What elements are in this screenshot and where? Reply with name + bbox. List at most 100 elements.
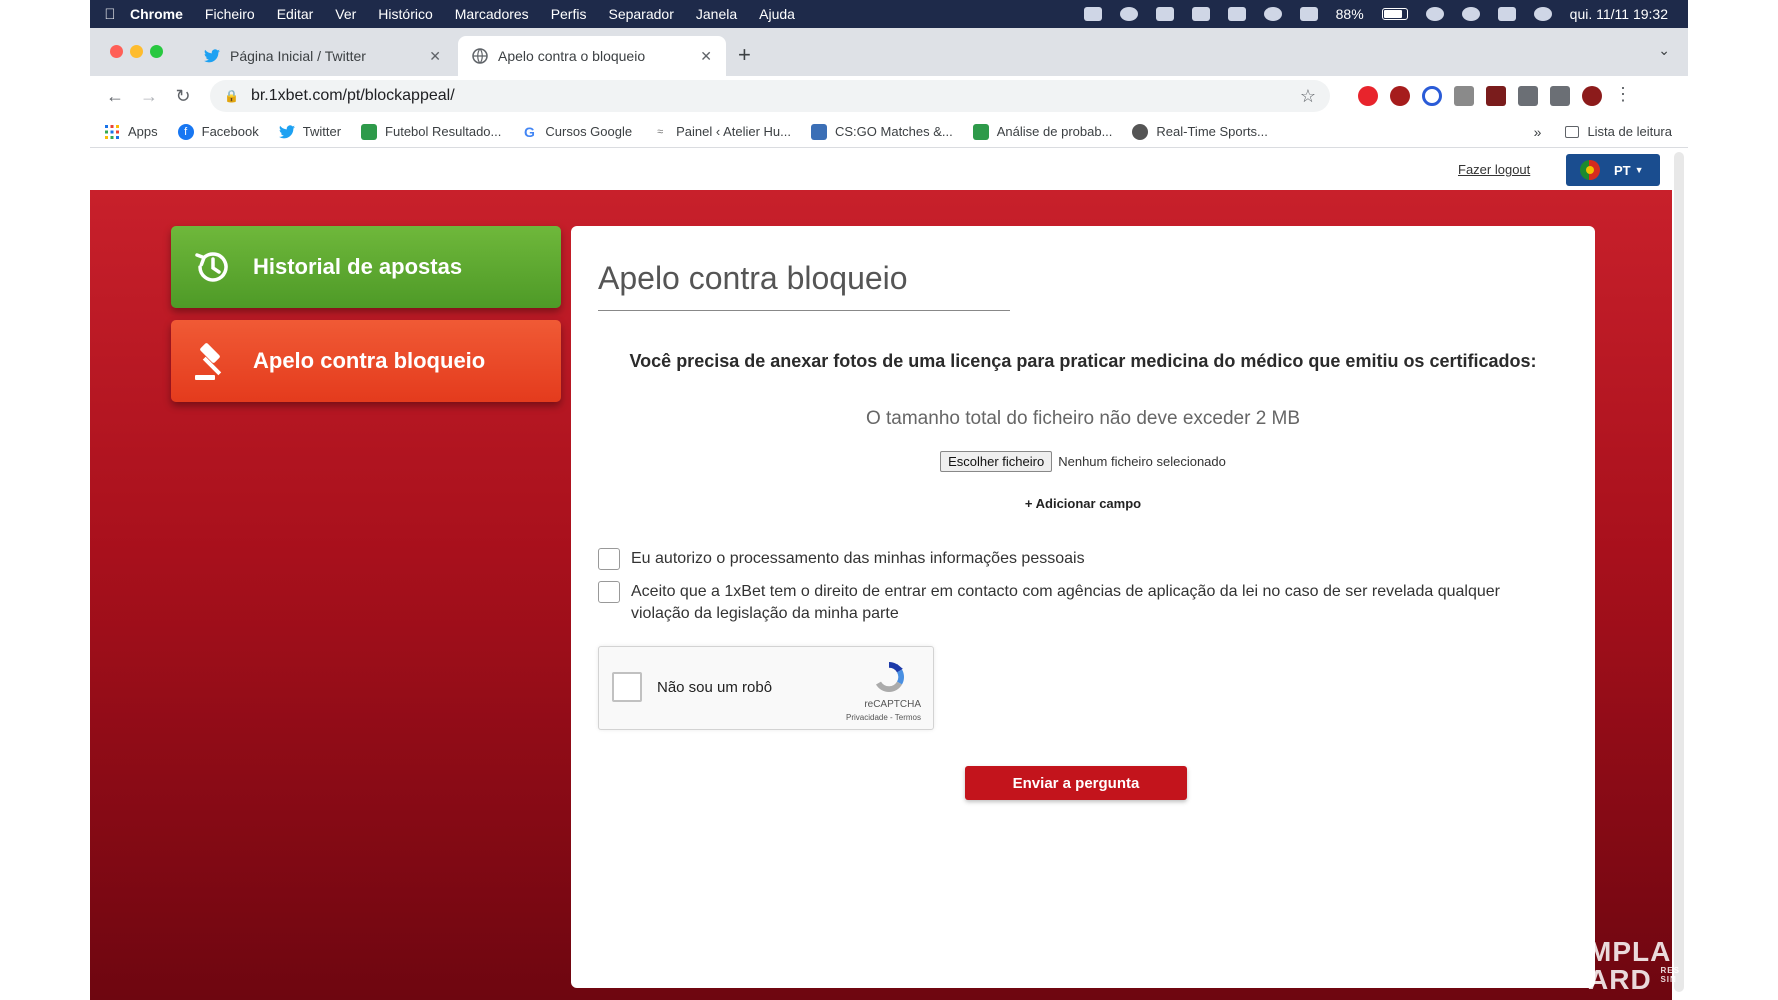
tab-twitter[interactable]: Página Inicial / Twitter ✕ xyxy=(190,36,455,76)
address-bar[interactable]: 🔒 br.1xbet.com/pt/blockappeal/ ☆ xyxy=(210,80,1330,112)
consent-personal-data-checkbox[interactable] xyxy=(598,548,620,570)
bet-history-button[interactable]: Historial de apostas xyxy=(171,226,561,308)
logout-link[interactable]: Fazer logout xyxy=(1458,162,1530,177)
twitter-icon xyxy=(278,124,295,140)
apple-icon[interactable]:  xyxy=(90,6,130,23)
language-selector[interactable]: PT ▼ xyxy=(1566,154,1660,186)
watermark-line2: ARD xyxy=(1588,964,1652,995)
globe-icon xyxy=(472,48,488,64)
menu-janela[interactable]: Janela xyxy=(696,6,737,22)
block-appeal-button[interactable]: Apelo contra bloqueio xyxy=(171,320,561,402)
bookmarks-bar: Apps f Facebook Twitter Futebol Resultad… xyxy=(90,116,1688,148)
bookmark-label: Cursos Google xyxy=(545,124,633,139)
siri-icon[interactable] xyxy=(1533,7,1552,21)
menu-separador[interactable]: Separador xyxy=(608,6,673,22)
appeal-form-card: Apelo contra bloqueio Você precisa de an… xyxy=(571,226,1595,988)
watermark-small: RES SIN xyxy=(1660,966,1680,984)
image-icon xyxy=(811,123,827,140)
gavel-icon xyxy=(191,339,235,383)
bookmark-realtime-sports[interactable]: Real-Time Sports... xyxy=(1132,123,1268,140)
file-input-row: Escolher ficheiro Nenhum ficheiro seleci… xyxy=(571,451,1595,472)
more-bookmarks-button[interactable]: » xyxy=(1534,124,1542,140)
pdf-extension-icon[interactable] xyxy=(1486,86,1506,106)
bluetooth-icon[interactable] xyxy=(1299,7,1318,21)
bookmark-facebook[interactable]: f Facebook xyxy=(177,123,259,140)
ball-icon xyxy=(1132,123,1149,140)
lock-icon[interactable]: 🔒 xyxy=(224,89,239,103)
macos-menubar:  Chrome Ficheiro Editar Ver Histórico M… xyxy=(90,0,1688,28)
ublock-extension-icon[interactable] xyxy=(1390,86,1410,106)
portugal-flag-icon xyxy=(1580,160,1600,180)
recaptcha-checkbox[interactable] xyxy=(612,672,642,702)
creative-cloud-icon[interactable] xyxy=(1119,7,1138,21)
control-center-icon[interactable] xyxy=(1497,7,1516,21)
reading-list-button[interactable]: Lista de leitura xyxy=(1587,124,1672,139)
menu-historico[interactable]: Histórico xyxy=(378,6,432,22)
zoom-window-button[interactable] xyxy=(150,45,163,58)
menu-perfis[interactable]: Perfis xyxy=(551,6,587,22)
language-code: PT xyxy=(1614,162,1631,178)
file-size-note: O tamanho total do ficheiro não deve exc… xyxy=(865,408,1301,429)
close-tab-icon[interactable]: ✕ xyxy=(429,48,441,65)
new-tab-button[interactable]: + xyxy=(738,42,751,68)
reload-button[interactable]: ↻ xyxy=(166,86,200,107)
circle-extension-icon[interactable] xyxy=(1422,86,1442,106)
bookmark-futebol[interactable]: Futebol Resultado... xyxy=(361,123,501,140)
tab-search-icon[interactable]: ⌄ xyxy=(1658,42,1670,59)
font-extension-icon[interactable] xyxy=(1454,86,1474,106)
consent-personal-data-label: Eu autorizo o processamento das minhas i… xyxy=(631,550,1085,567)
battery-icon[interactable] xyxy=(1381,8,1408,20)
back-button[interactable]: ← xyxy=(98,86,132,107)
choose-file-button[interactable]: Escolher ficheiro xyxy=(940,451,1053,472)
wifi-icon[interactable] xyxy=(1425,7,1444,21)
reading-queue-icon[interactable] xyxy=(1550,86,1570,106)
dropbox-icon[interactable] xyxy=(1155,7,1174,21)
recaptcha-brand: reCAPTCHA xyxy=(864,699,921,710)
screenshot-icon[interactable] xyxy=(1191,7,1210,21)
page-scrollbar[interactable] xyxy=(1674,152,1684,992)
chrome-window: Página Inicial / Twitter ✕ Apelo contra … xyxy=(90,28,1688,1000)
caret-down-icon: ▼ xyxy=(1634,165,1644,175)
puzzle-extensions-icon[interactable] xyxy=(1518,86,1538,106)
submit-question-button[interactable]: Enviar a pergunta xyxy=(965,766,1187,800)
chrome-menu-icon[interactable]: ⋮ xyxy=(1614,84,1632,105)
bookmark-twitter[interactable]: Twitter xyxy=(278,124,341,140)
title-divider xyxy=(598,310,1010,311)
video-watermark: MPLA ARD RES SIN xyxy=(1588,938,1680,994)
tab-title: Página Inicial / Twitter xyxy=(230,48,366,64)
spotlight-search-icon[interactable] xyxy=(1461,7,1480,21)
consent-law-enforcement-label-line2: violação da legislação da minha parte xyxy=(631,605,899,622)
tab-block-appeal[interactable]: Apelo contra o bloqueio ✕ xyxy=(458,36,726,76)
bookmark-cursos-google[interactable]: G Cursos Google xyxy=(521,124,632,140)
malwarebytes-icon[interactable] xyxy=(1227,7,1246,21)
time-machine-icon[interactable] xyxy=(1263,7,1282,21)
close-tab-icon[interactable]: ✕ xyxy=(700,48,712,65)
opera-extension-icon[interactable] xyxy=(1358,86,1378,106)
profile-avatar[interactable] xyxy=(1582,86,1602,106)
minimize-window-button[interactable] xyxy=(130,45,143,58)
menu-ajuda[interactable]: Ajuda xyxy=(759,6,795,22)
web-page: Fazer logout PT ▼ Historial de apostas A… xyxy=(90,148,1672,1000)
url-text[interactable]: br.1xbet.com/pt/blockappeal/ xyxy=(251,87,455,105)
reading-list-icon xyxy=(1565,125,1580,138)
add-field-link[interactable]: + Adicionar campo xyxy=(571,496,1595,511)
menu-app-name[interactable]: Chrome xyxy=(130,6,183,22)
forward-button[interactable]: → xyxy=(132,86,166,107)
bookmark-star-icon[interactable]: ☆ xyxy=(1300,86,1316,107)
cloud-icon[interactable] xyxy=(1083,7,1102,21)
recaptcha-terms-link[interactable]: Privacidade - Termos xyxy=(846,713,921,722)
form-title: Apelo contra bloqueio xyxy=(598,260,908,296)
bookmark-csgo[interactable]: CS:GO Matches &... xyxy=(811,123,953,140)
bet-history-label: Historial de apostas xyxy=(253,254,463,279)
bookmark-painel[interactable]: ≈ Painel ‹ Atelier Hu... xyxy=(652,124,791,140)
bookmark-analise[interactable]: Análise de probab... xyxy=(972,123,1112,140)
close-window-button[interactable] xyxy=(110,45,123,58)
bookmark-apps[interactable]: Apps xyxy=(104,124,158,140)
menu-editar[interactable]: Editar xyxy=(277,6,314,22)
menu-ver[interactable]: Ver xyxy=(335,6,356,22)
consent-law-enforcement-checkbox[interactable] xyxy=(598,581,620,603)
facebook-icon: f xyxy=(177,123,194,140)
menu-ficheiro[interactable]: Ficheiro xyxy=(205,6,255,22)
browser-toolbar: ← → ↻ 🔒 br.1xbet.com/pt/blockappeal/ ☆ ⋮ xyxy=(90,76,1688,116)
menu-marcadores[interactable]: Marcadores xyxy=(455,6,529,22)
